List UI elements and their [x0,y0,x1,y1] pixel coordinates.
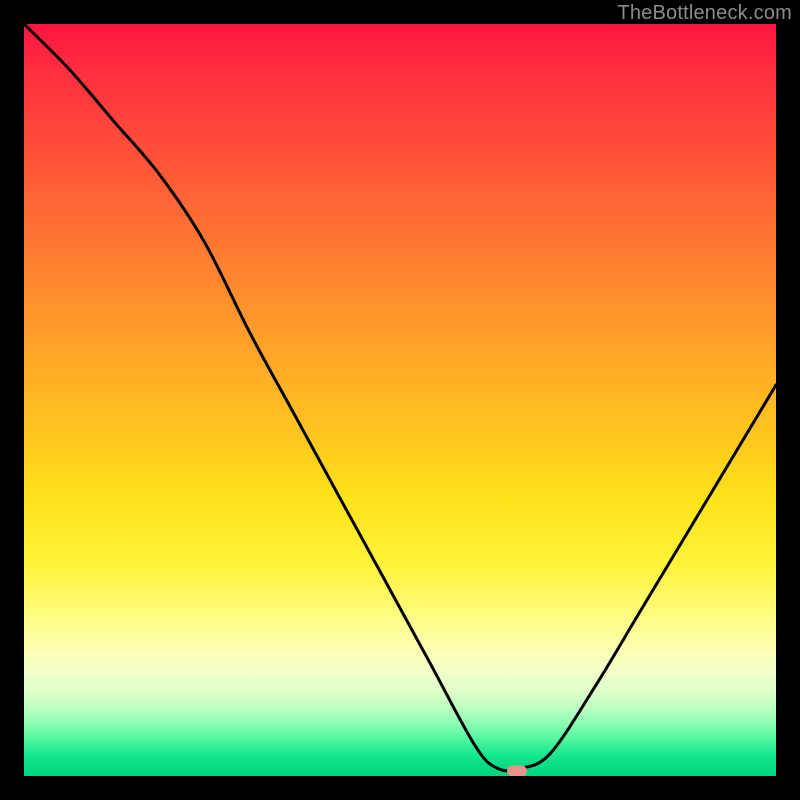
bottleneck-curve [24,24,776,776]
plot-area [24,24,776,776]
chart-frame: TheBottleneck.com [0,0,800,800]
watermark-text: TheBottleneck.com [617,2,792,25]
optimal-point-marker [507,765,527,776]
